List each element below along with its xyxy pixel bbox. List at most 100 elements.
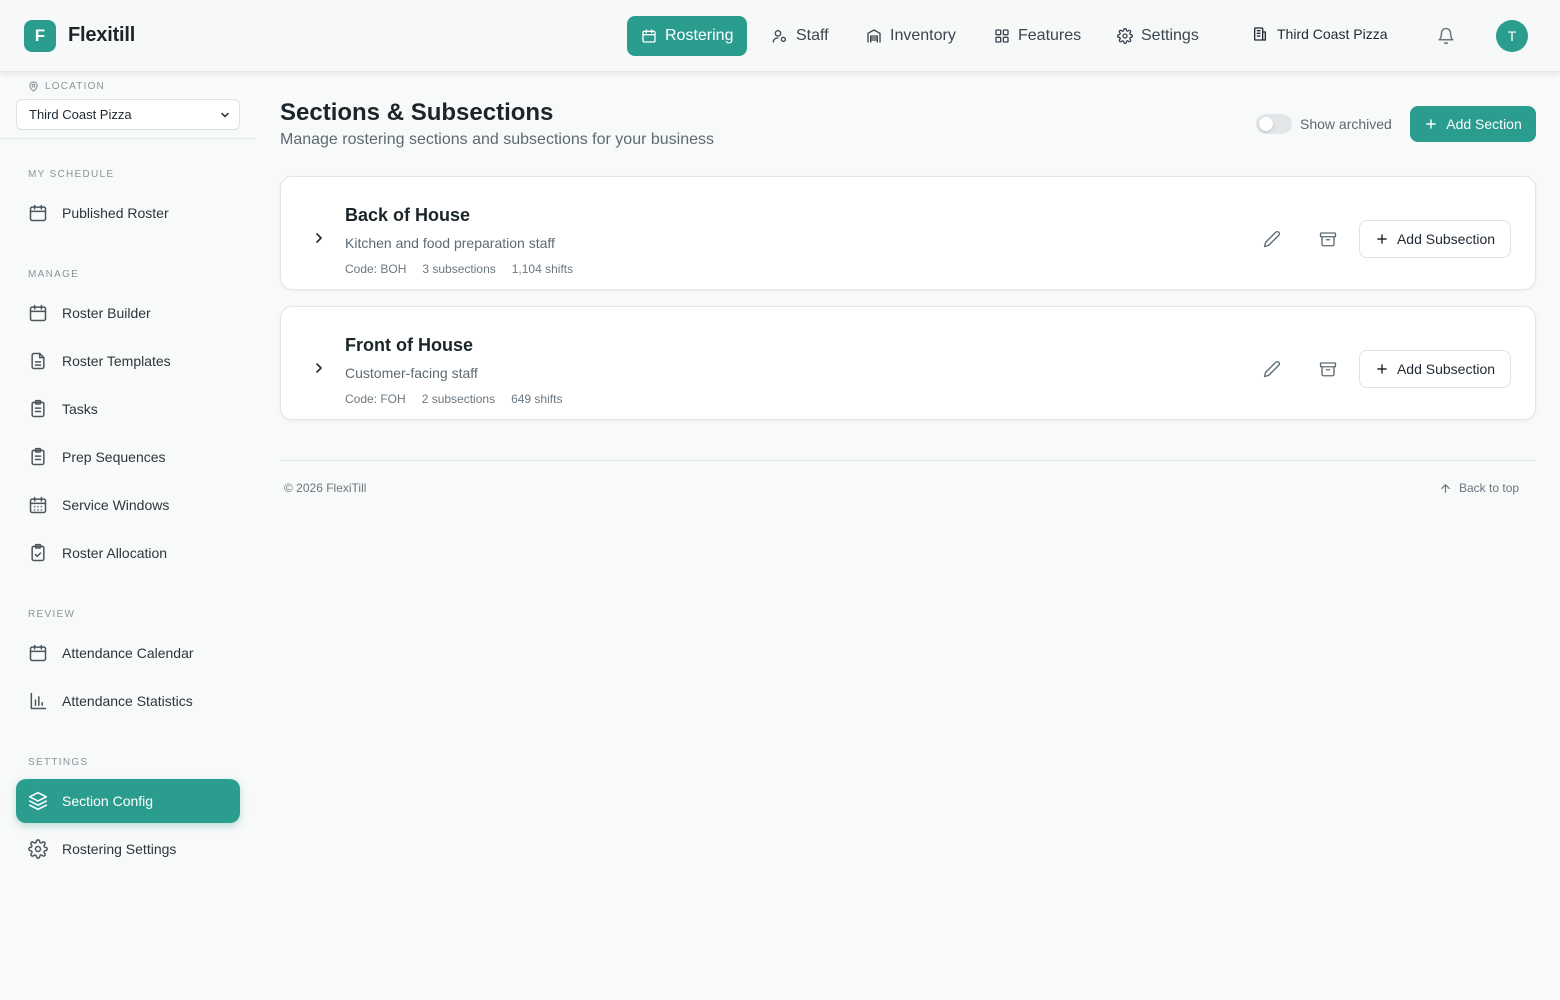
sidebar-item-label: Section Config — [62, 793, 154, 809]
add-subsection-label: Add Subsection — [1396, 231, 1496, 247]
sidebar-item-roster-builder[interactable]: Roster Builder — [16, 291, 240, 335]
add-subsection-label: Add Subsection — [1396, 361, 1496, 377]
arrow-up-icon — [1441, 483, 1450, 493]
section-shift-count: 1,104 shifts — [511, 262, 574, 276]
page-subtitle: Manage rostering sections and subsection… — [280, 131, 715, 148]
calendar-icon — [29, 644, 47, 662]
section-name: Front of House — [345, 335, 473, 355]
nav-label: Staff — [796, 27, 829, 44]
sidebar-item-rostering-settings[interactable]: Rostering Settings — [16, 827, 240, 871]
sidebar-item-attendance-statistics[interactable]: Attendance Statistics — [16, 679, 240, 723]
business-selector[interactable]: Third Coast Pizza — [1252, 26, 1387, 42]
map-pin-icon — [29, 81, 38, 92]
section-description: Kitchen and food preparation staff — [345, 235, 555, 251]
add-section-label: Add Section — [1446, 116, 1522, 132]
location-label-text: LOCATION — [45, 81, 105, 92]
sidebar-item-label: Roster Allocation — [62, 545, 168, 561]
section-subsection-count: 3 subsections — [422, 262, 496, 276]
file-icon — [31, 352, 45, 370]
clipboard-list-icon — [31, 447, 45, 466]
chevron-right-icon[interactable] — [311, 230, 327, 246]
sidebar-item-section-config[interactable]: Section Config — [16, 779, 240, 823]
add-subsection-button[interactable]: Add Subsection — [1359, 350, 1511, 388]
sidebar-item-roster-templates[interactable]: Roster Templates — [16, 339, 240, 383]
nav-label: Features — [1018, 27, 1082, 44]
gear-icon — [28, 839, 48, 859]
app-name[interactable]: Flexitill — [68, 24, 135, 47]
copyright: © 2026 FlexiTill — [284, 481, 367, 495]
pencil-icon[interactable] — [1263, 230, 1281, 248]
building-icon — [1254, 27, 1266, 41]
section-card-front-of-house: Front of House Customer-facing staff Cod… — [280, 306, 1536, 420]
section-card-back-of-house: Back of House Kitchen and food preparati… — [280, 176, 1536, 290]
sidebar-item-service-windows[interactable]: Service Windows — [16, 483, 240, 527]
nav-label: Rostering — [665, 27, 734, 44]
sidebar-item-roster-allocation[interactable]: Roster Allocation — [16, 531, 240, 575]
calendar-icon — [29, 204, 47, 222]
nav-inventory[interactable]: Inventory — [852, 16, 970, 56]
add-section-button[interactable]: Add Section — [1410, 106, 1536, 142]
calendar-icon — [29, 304, 47, 322]
archive-icon[interactable] — [1319, 230, 1337, 248]
layers-icon — [28, 791, 48, 811]
sidebar-item-label: Roster Templates — [62, 353, 171, 369]
warehouse-icon — [867, 29, 881, 43]
section-label-settings: SETTINGS — [28, 757, 89, 768]
sidebar-item-label: Prep Sequences — [62, 449, 166, 465]
section-code: Code: FOH — [345, 392, 406, 406]
calendar-icon — [642, 29, 656, 43]
nav-label: Inventory — [890, 27, 956, 44]
section-label-review: REVIEW — [28, 609, 76, 620]
plus-icon — [1377, 234, 1387, 244]
show-archived-label: Show archived — [1300, 116, 1392, 132]
location-value: Third Coast Pizza — [29, 107, 132, 122]
business-name: Third Coast Pizza — [1277, 26, 1388, 42]
nav-features[interactable]: Features — [980, 16, 1095, 56]
section-description: Customer-facing staff — [345, 365, 478, 381]
section-subsection-count: 2 subsections — [421, 392, 496, 406]
page-title: Sections & Subsections — [280, 99, 554, 126]
archive-icon[interactable] — [1319, 360, 1337, 378]
top-bar: F Flexitill Rostering Staff Inventory Fe… — [0, 0, 1560, 72]
plus-icon — [1377, 364, 1387, 374]
nav-staff[interactable]: Staff — [758, 16, 843, 56]
gear-icon — [1117, 28, 1133, 44]
grid-icon — [995, 29, 1009, 43]
user-icon — [772, 30, 786, 43]
show-archived-toggle[interactable] — [1256, 114, 1292, 134]
nav-rostering[interactable]: Rostering — [627, 16, 748, 56]
bell-icon[interactable] — [1437, 27, 1455, 45]
bar-chart-icon — [30, 692, 47, 710]
chevron-right-icon[interactable] — [311, 360, 327, 376]
pencil-icon[interactable] — [1263, 360, 1281, 378]
sidebar: LOCATION Third Coast Pizza MY SCHEDULE P… — [0, 72, 256, 1000]
sidebar-item-label: Rostering Settings — [62, 841, 177, 857]
add-subsection-button[interactable]: Add Subsection — [1359, 220, 1511, 258]
plus-icon — [1426, 119, 1437, 129]
sidebar-item-label: Attendance Calendar — [62, 645, 194, 661]
section-code: Code: BOH — [345, 262, 407, 276]
app-logo[interactable]: F — [24, 20, 56, 52]
sidebar-divider — [0, 138, 256, 139]
back-to-top-link[interactable]: Back to top — [1439, 481, 1519, 495]
section-shift-count: 649 shifts — [511, 392, 563, 406]
location-label: LOCATION — [28, 81, 105, 92]
section-meta: Code: FOH 2 subsections 649 shifts — [345, 392, 562, 406]
sidebar-item-published-roster[interactable]: Published Roster — [16, 191, 240, 235]
sidebar-item-label: Roster Builder — [62, 305, 151, 321]
sidebar-item-attendance-calendar[interactable]: Attendance Calendar — [16, 631, 240, 675]
avatar[interactable]: T — [1496, 20, 1528, 52]
sidebar-item-label: Tasks — [62, 401, 98, 417]
back-to-top-label: Back to top — [1459, 481, 1520, 495]
sidebar-item-tasks[interactable]: Tasks — [16, 387, 240, 431]
location-select[interactable]: Third Coast Pizza — [16, 99, 240, 130]
clipboard-list-icon — [31, 399, 45, 418]
section-meta: Code: BOH 3 subsections 1,104 shifts — [345, 262, 573, 276]
sidebar-item-prep-sequences[interactable]: Prep Sequences — [16, 435, 240, 479]
section-name: Back of House — [345, 205, 471, 225]
sidebar-item-label: Published Roster — [62, 205, 169, 221]
sidebar-item-label: Attendance Statistics — [62, 693, 193, 709]
calendar-grid-icon — [29, 496, 47, 514]
nav-settings[interactable]: Settings — [1103, 16, 1213, 56]
section-label-manage: MANAGE — [28, 269, 80, 280]
